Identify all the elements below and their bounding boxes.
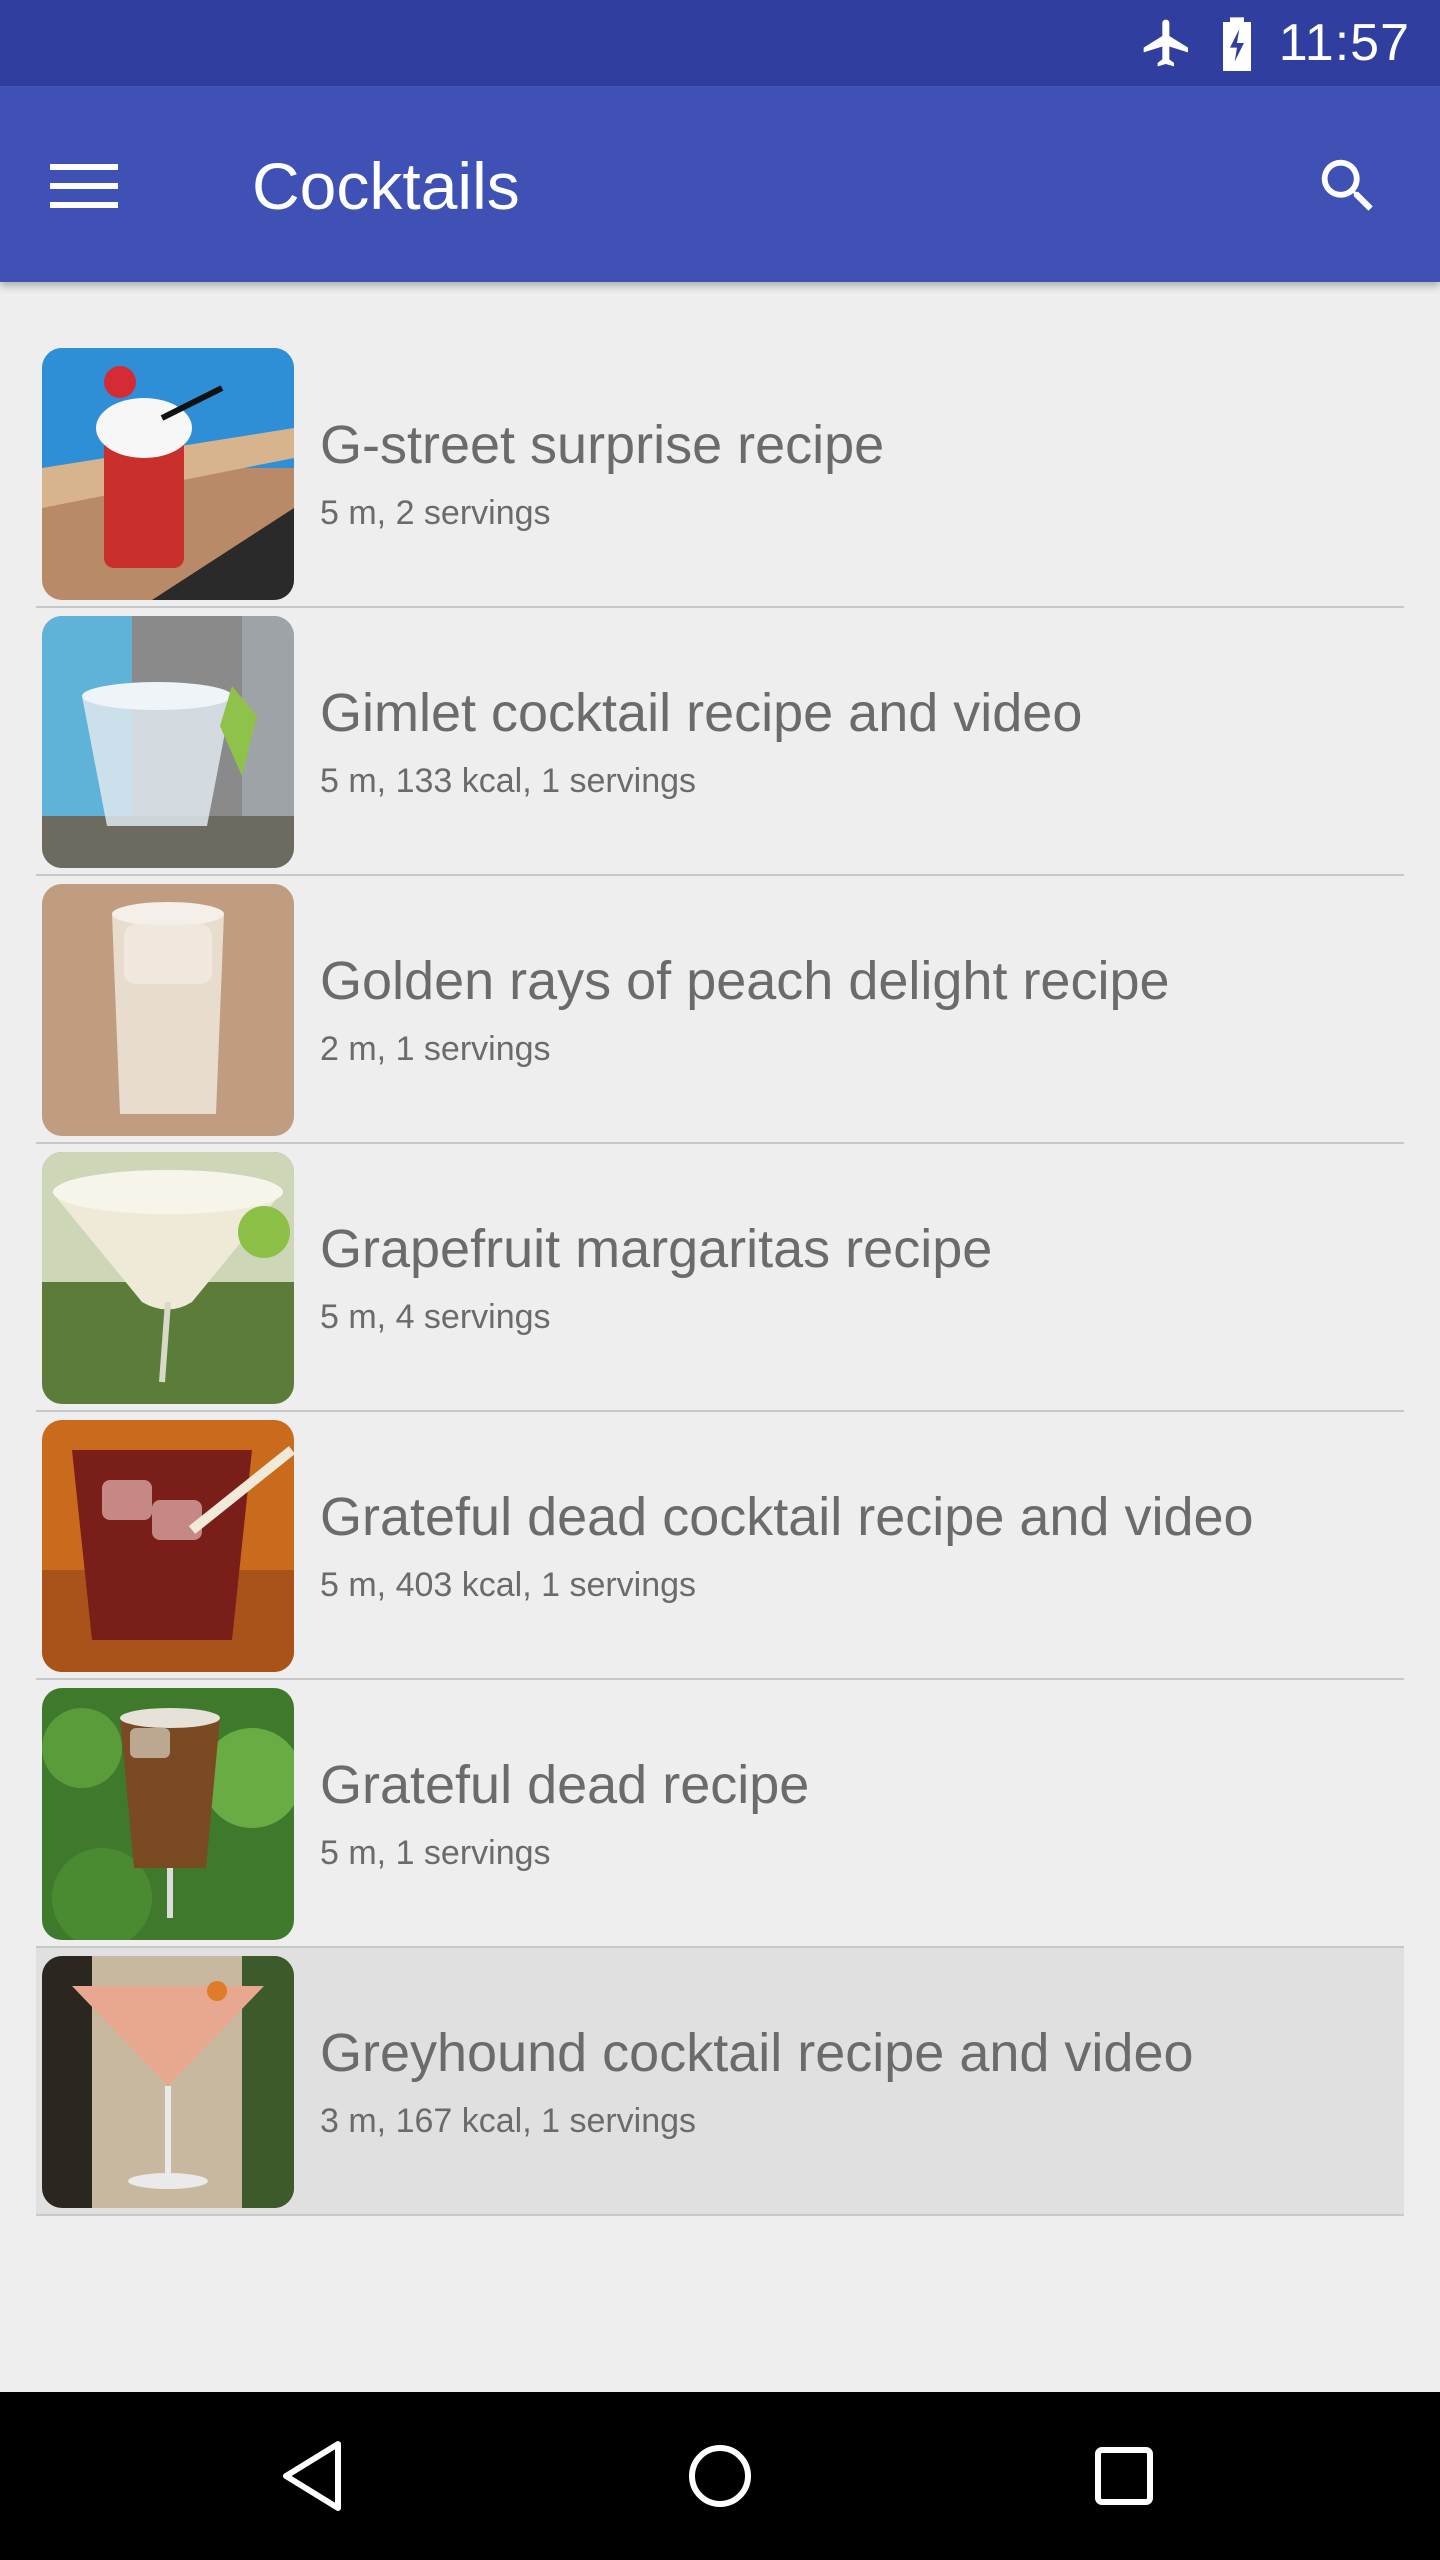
recipe-thumbnail <box>42 348 294 600</box>
recipe-meta: 5 m, 403 kcal, 1 servings <box>320 1566 697 1604</box>
recipe-title: Grateful dead recipe <box>320 1755 810 1815</box>
list-item[interactable]: Grapefruit margaritas recipe 5 m, 4 serv… <box>36 1144 1404 1412</box>
app-bar: Cocktails <box>0 86 1440 282</box>
list-item[interactable]: Grateful dead recipe 5 m, 1 servings <box>36 1680 1404 1948</box>
recipe-title: Golden rays of peach delight recipe <box>320 951 1170 1011</box>
navigation-bar <box>0 2392 1440 2560</box>
list-item[interactable]: Gimlet cocktail recipe and video 5 m, 13… <box>36 608 1404 876</box>
recipe-meta: 5 m, 2 servings <box>320 494 551 532</box>
recipe-title: Grapefruit margaritas recipe <box>320 1219 993 1279</box>
recipe-thumbnail <box>42 1688 294 1940</box>
list-item[interactable]: G-street surprise recipe 5 m, 2 servings <box>36 340 1404 608</box>
recipe-title: Grateful dead cocktail recipe and video <box>320 1487 1254 1547</box>
back-icon[interactable] <box>256 2416 376 2536</box>
recipe-meta: 3 m, 167 kcal, 1 servings <box>320 2102 697 2140</box>
recipe-meta: 5 m, 1 servings <box>320 1834 551 1872</box>
home-icon[interactable] <box>660 2416 780 2536</box>
recipe-title: G-street surprise recipe <box>320 415 885 475</box>
list-item[interactable]: Greyhound cocktail recipe and video 3 m,… <box>36 1948 1404 2216</box>
list-item[interactable]: Golden rays of peach delight recipe 2 m,… <box>36 876 1404 1144</box>
list-item[interactable]: Grateful dead cocktail recipe and video … <box>36 1412 1404 1680</box>
recipe-title: Greyhound cocktail recipe and video <box>320 2023 1194 2083</box>
recipe-title: Gimlet cocktail recipe and video <box>320 683 1083 743</box>
recipe-thumbnail <box>42 1152 294 1404</box>
recents-icon[interactable] <box>1064 2416 1184 2536</box>
recipe-list: G-street surprise recipe 5 m, 2 servings… <box>36 340 1404 2216</box>
page-title: Cocktails <box>252 149 520 223</box>
recipe-thumbnail <box>42 1956 294 2208</box>
recipe-meta: 2 m, 1 servings <box>320 1030 551 1068</box>
recipe-thumbnail <box>42 884 294 1136</box>
airplane-icon <box>1139 15 1195 71</box>
battery-charging-icon <box>1217 15 1257 71</box>
recipe-meta: 5 m, 133 kcal, 1 servings <box>320 762 697 800</box>
recipe-thumbnail <box>42 616 294 868</box>
hamburger-menu-icon[interactable] <box>50 144 146 228</box>
clock: 11:57 <box>1278 14 1410 72</box>
search-icon[interactable] <box>1300 138 1396 234</box>
recipe-meta: 5 m, 4 servings <box>320 1298 551 1336</box>
status-bar: 11:57 <box>0 0 1440 86</box>
recipe-thumbnail <box>42 1420 294 1672</box>
